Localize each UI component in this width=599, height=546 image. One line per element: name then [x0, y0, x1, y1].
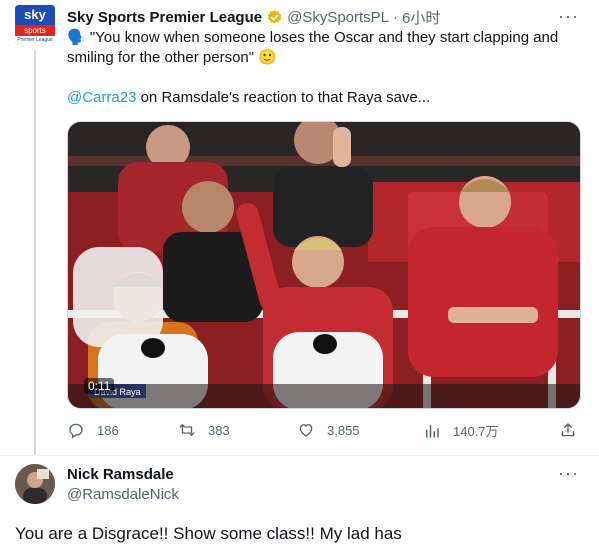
reply-count: 186	[97, 422, 119, 438]
heart-icon	[299, 424, 313, 437]
more-options-icon[interactable]: ···	[558, 6, 579, 27]
avatar-logo-league: Premier League	[15, 36, 55, 45]
verified-badge-icon	[267, 9, 282, 24]
like-button[interactable]: 3,855	[297, 421, 360, 439]
tweet-text: 🗣️ "You know when someone loses the Osca…	[67, 28, 582, 128]
retweet-count: 383	[208, 422, 230, 438]
retweet-icon	[179, 424, 195, 436]
tweet-header: Sky Sports Premier League @SkySportsPL ·…	[67, 7, 440, 27]
mention-link[interactable]: @Carra23	[67, 89, 136, 106]
author-handle[interactable]: @SkySportsPL	[287, 9, 389, 26]
share-button[interactable]	[559, 421, 589, 439]
tweet-video[interactable]: David Raya 0:11	[67, 121, 581, 409]
reply-author-handle[interactable]: @RamsdaleNick	[67, 486, 179, 503]
reply-avatar-image	[15, 464, 55, 504]
avatar-logo-sky: sky	[15, 5, 55, 27]
reply-icon	[69, 423, 83, 439]
reply-more-options-icon[interactable]: ···	[558, 463, 579, 484]
thread-line	[34, 50, 36, 455]
tweet-divider	[0, 455, 599, 456]
author-name[interactable]: Sky Sports Premier League	[67, 9, 262, 26]
share-icon	[561, 423, 575, 437]
video-frame: David Raya	[68, 122, 580, 408]
reply-text: You are a Disgrace!! Show some class!! M…	[15, 524, 402, 543]
avatar-logo-sports: sports	[15, 25, 55, 36]
reply-author-name[interactable]: Nick Ramsdale	[67, 466, 174, 483]
like-count: 3,855	[327, 422, 360, 438]
header-separator: ·	[393, 8, 399, 26]
reply-avatar[interactable]	[15, 464, 55, 504]
views-chart-icon	[426, 424, 439, 438]
tweet-context: @Carra23 on Ramsdale's reaction to that …	[67, 88, 582, 108]
sky-sports-avatar[interactable]: sky sports Premier League	[15, 5, 55, 45]
video-timecode: 0:11	[84, 378, 115, 394]
tweet-quote: 🗣️ "You know when someone loses the Osca…	[67, 29, 559, 66]
views-button[interactable]: 140.7万	[423, 421, 499, 440]
reply-button[interactable]: 186	[67, 421, 119, 439]
retweet-button[interactable]: 383	[178, 421, 230, 439]
tweet-context-text: on Ramsdale's reaction to that Raya save…	[136, 89, 431, 106]
tweet-actions: 186 383 3,855 140.7万	[67, 421, 587, 443]
views-count: 140.7万	[453, 424, 499, 439]
tweet-time[interactable]: 6小时	[402, 7, 440, 28]
